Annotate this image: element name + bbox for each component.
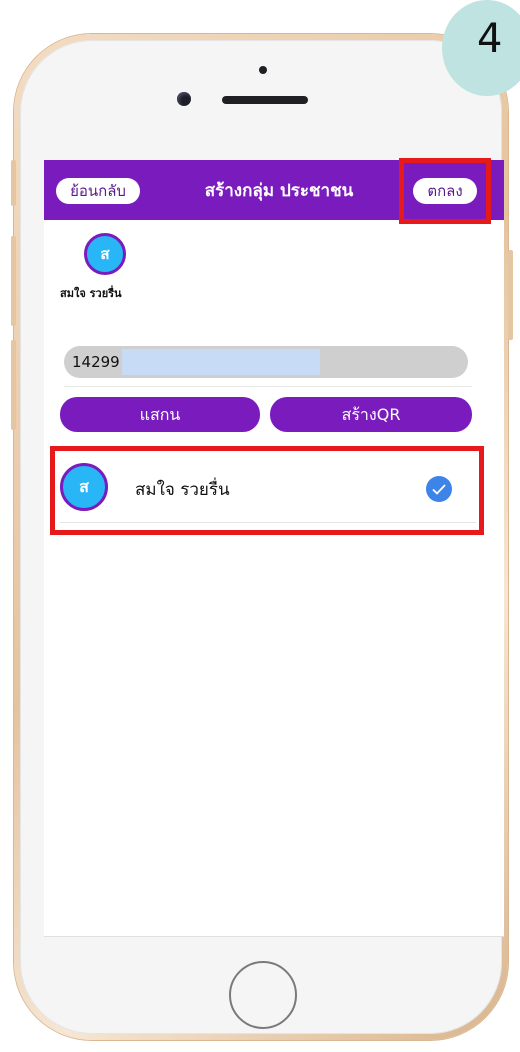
mute-switch xyxy=(11,160,16,206)
page-title: สร้างกลุ่ม ประชาชน xyxy=(204,181,354,201)
power-button xyxy=(508,250,513,340)
create-qr-button[interactable]: สร้างQR xyxy=(270,397,472,432)
app-screen: ย้อนกลับ สร้างกลุ่ม ประชาชน ตกลง ส สมใจ … xyxy=(44,160,504,936)
text-selection-highlight xyxy=(122,349,320,375)
step-number: 4 xyxy=(477,16,503,62)
front-camera xyxy=(177,92,191,106)
ok-button-highlight-box xyxy=(399,158,491,224)
home-button[interactable] xyxy=(229,961,297,1029)
proximity-sensor xyxy=(259,66,267,74)
scan-button[interactable]: แสกน xyxy=(60,397,260,432)
search-input[interactable]: 14299 xyxy=(64,346,468,378)
member-row-highlight-box xyxy=(50,446,484,535)
volume-up-button xyxy=(11,236,16,326)
earpiece-speaker xyxy=(222,96,308,104)
selected-member-avatar[interactable]: ส xyxy=(84,233,126,275)
divider xyxy=(64,386,472,387)
back-button[interactable]: ย้อนกลับ xyxy=(56,178,140,204)
search-input-value: 14299 xyxy=(72,353,120,371)
screen-bottom-edge xyxy=(44,936,504,937)
selected-member-name: สมใจ รวยรื่น xyxy=(60,287,122,300)
volume-down-button xyxy=(11,340,16,430)
